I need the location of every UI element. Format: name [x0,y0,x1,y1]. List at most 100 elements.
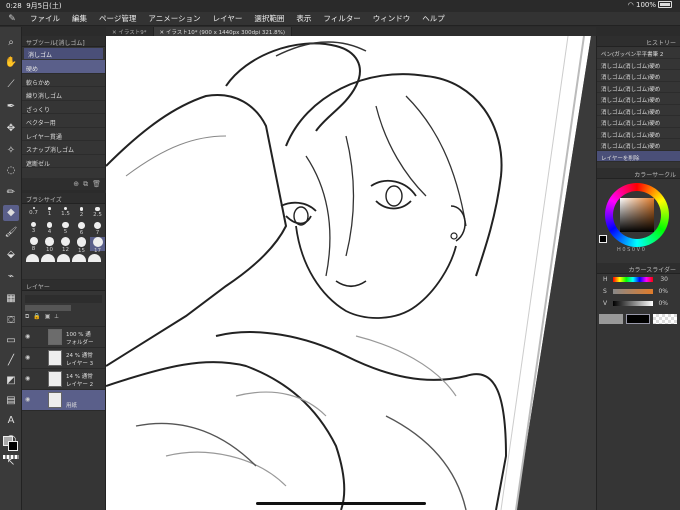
text-icon[interactable]: A [3,413,19,429]
subtool-item[interactable]: ざっくり [22,101,105,114]
main-color-chip[interactable] [626,314,650,324]
brush-size-option[interactable]: 1 [42,207,57,221]
ruler-layer-icon[interactable]: ⟂ [54,313,58,321]
brush-preview[interactable] [56,254,71,262]
brush-size-option[interactable]: 2 [74,207,89,221]
menu-file[interactable]: ファイル [24,13,66,24]
menu-selection[interactable]: 選択範囲 [248,13,290,24]
home-indicator[interactable] [256,502,426,505]
add-subtool-icon[interactable]: ⊕ [73,180,79,188]
history-item[interactable]: ペン(ガッペン平平書筆 2 [597,47,680,59]
eye-icon[interactable]: ◉ [25,375,30,382]
transparent-swatch[interactable] [3,455,19,459]
brush-size-option[interactable]: 4 [42,222,57,236]
gradient-icon[interactable]: ▦ [3,291,19,307]
sv-square[interactable] [620,198,654,232]
eraser-icon[interactable]: ◆ [3,205,19,221]
brush-preview[interactable] [26,254,40,262]
slider-track[interactable] [613,277,653,282]
eye-icon[interactable]: ◉ [25,396,30,403]
brush-size-option[interactable]: 7 [90,222,105,236]
copy-subtool-icon[interactable]: ⧉ [83,180,88,189]
brush-preview[interactable] [41,254,55,262]
brush-icon[interactable]: 🖌 [3,225,19,241]
current-color-swatch[interactable] [599,235,607,243]
sub-color-chip[interactable] [599,314,623,324]
fill-icon[interactable]: ⬙ [3,247,19,263]
brush-size-option[interactable]: 6 [74,222,89,236]
main-color-swatch[interactable] [8,441,18,451]
brush-preview[interactable] [72,254,86,262]
history-item[interactable]: 消しゴム(消しゴム)硬め [597,139,680,151]
ruler-icon[interactable]: ▤ [3,393,19,409]
delete-subtool-icon[interactable]: 🗑 [92,180,101,188]
history-item[interactable]: 消しゴム(消しゴム)硬め [597,59,680,70]
layer-row[interactable]: ◉ 用紙 [22,390,105,411]
brush-size-option[interactable]: 8 [26,237,41,252]
line-icon[interactable]: ╱ [3,353,19,369]
subtool-item[interactable]: レイヤー貫通 [22,128,105,141]
subtool-item[interactable]: スナップ消しゴム [22,141,105,155]
app-logo-icon[interactable]: ✎ [0,14,24,24]
brush-preview[interactable] [87,254,102,262]
slider-track[interactable] [613,289,653,294]
menu-filter[interactable]: フィルター [317,13,366,24]
history-item[interactable]: レイヤーを削除 [597,150,680,162]
mask-icon[interactable]: ▣ [45,313,51,321]
layer-row[interactable]: ◉ 100 % 通フォルダー [22,327,105,348]
magic-wand-icon[interactable]: ✧ [3,143,19,159]
clip-icon[interactable]: ⧉ [25,313,29,321]
history-item[interactable]: 消しゴム(消しゴム)硬め [597,70,680,82]
tab-illust9[interactable]: ✕ イラスト9* [106,27,154,36]
layer-row[interactable]: ◉ 24 % 通常 レイヤー 3 [22,348,105,369]
layer-row[interactable]: ◉ 14 % 通常 レイヤー 2 [22,369,105,390]
menu-view[interactable]: 表示 [290,13,317,24]
subtool-item[interactable]: 遮断ゼル [22,155,105,168]
brush-size-option[interactable]: 3 [26,222,41,236]
brush-size-option[interactable]: 1.5 [58,207,73,221]
pencil-icon[interactable]: ✏ [3,185,19,201]
menu-window[interactable]: ウィンドウ [367,13,417,24]
subtool-item[interactable]: ベクター用 [22,114,105,128]
zoom-icon[interactable]: ⌕ [3,35,19,51]
color-slider-row[interactable]: S 0% [597,286,680,298]
history-item[interactable]: 消しゴム(消しゴム)硬め [597,93,680,105]
history-item[interactable]: 消しゴム(消しゴム)硬め [597,105,680,116]
brush-size-option[interactable]: 2.5 [90,207,105,221]
opacity-slider[interactable] [25,305,72,311]
lock-icon[interactable]: 🔒 [33,313,40,321]
bucket-icon[interactable]: ⛋ [3,313,19,329]
menu-edit[interactable]: 編集 [66,13,93,24]
eye-icon[interactable]: ◉ [25,354,30,361]
pen-icon[interactable]: ✒ [3,99,19,115]
slider-track[interactable] [613,301,653,306]
transparent-chip[interactable] [653,314,677,324]
canvas-area[interactable] [106,36,596,510]
subtool-group-eraser[interactable]: 消しゴム [24,48,103,59]
menu-page[interactable]: ページ管理 [93,13,142,24]
color-slider-row[interactable]: H 30 [597,274,680,286]
brush-size-option[interactable]: 12 [58,237,73,253]
canvas-drawing[interactable] [106,36,596,510]
history-item[interactable]: 消しゴム(消しゴム)硬め [597,82,680,93]
figure-icon[interactable]: ▭ [3,333,19,349]
lasso-icon[interactable]: ◌ [3,163,19,179]
airbrush-icon[interactable]: ⌁ [3,269,19,285]
menu-layer[interactable]: レイヤー [207,13,249,24]
menu-animation[interactable]: アニメーション [142,13,206,24]
menu-help[interactable]: ヘルプ [416,13,451,24]
brush-size-option[interactable]: 10 [42,237,57,253]
color-slider-row[interactable]: V 0% [597,298,680,310]
tab-illust10[interactable]: ✕ イラスト10* (900 x 1440px 300dpi 321.8%) [153,27,293,36]
blend-mode-select[interactable] [25,295,102,303]
brush-size-option[interactable]: 15 [74,237,89,254]
subtool-item[interactable]: 練り消しゴム [22,87,105,101]
brush-size-option[interactable]: 5 [58,222,73,236]
brush-size-option[interactable]: 17 [90,237,105,254]
history-item[interactable]: 消しゴム(消しゴム)硬め [597,116,680,128]
move-icon[interactable]: ✥ [3,121,19,137]
subtool-item[interactable]: 軟らかめ [22,74,105,87]
frame-icon[interactable]: ◩ [3,373,19,389]
brush-size-option[interactable]: 0.7 [26,207,41,221]
eyedropper-icon[interactable]: ⟋ [3,77,19,93]
